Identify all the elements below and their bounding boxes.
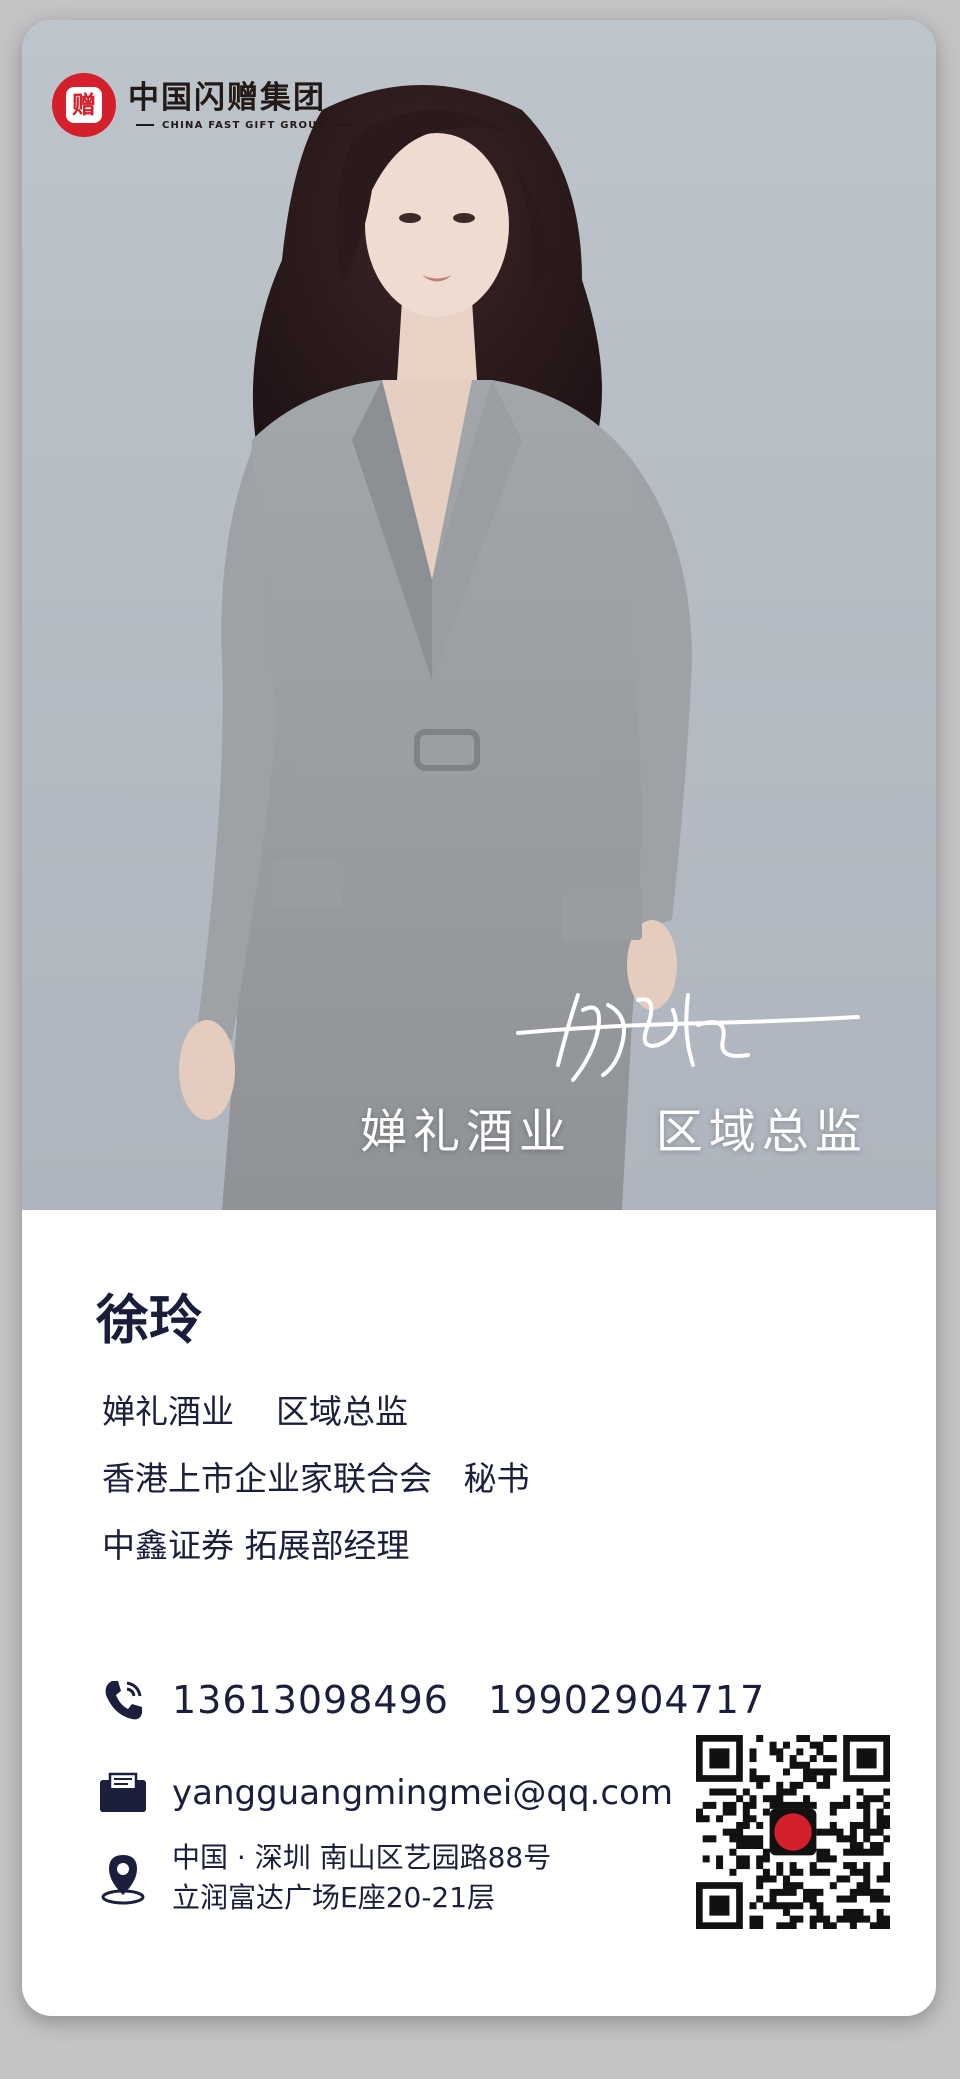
phone-icon: [98, 1675, 148, 1725]
phone-row: 13613098496 19902904717: [98, 1675, 765, 1725]
logo-name-en: CHINA FAST GIFT GROUP: [162, 119, 327, 131]
photo-title: 婵礼酒业 区域总监: [360, 1105, 868, 1160]
qr-logo-icon: [774, 1813, 812, 1851]
email-address[interactable]: yangguangmingmei@qq.com: [172, 1773, 673, 1813]
role-item: 中鑫证券 拓展部经理: [102, 1526, 410, 1565]
roles-list: 婵礼酒业 区域总监 香港上市企业家联合会 秘书 中鑫证券 拓展部经理: [102, 1392, 529, 1593]
logo-name-en-row: CHINA FAST GIFT GROUP: [128, 120, 360, 131]
person-name: 徐玲: [96, 1290, 202, 1351]
address-row: 中国 · 深圳 南山区艺园路88号 立润富达广场E座20-21层: [98, 1838, 551, 1918]
role-item: 婵礼酒业 区域总监: [102, 1392, 408, 1431]
logo-mark-icon: 赠: [52, 73, 116, 137]
logo-mark-char: 赠: [66, 87, 102, 123]
address-line-2: 立润富达广场E座20-21层: [172, 1881, 496, 1914]
role-item: 香港上市企业家联合会 秘书: [102, 1459, 530, 1498]
phone-numbers[interactable]: 13613098496 19902904717: [172, 1678, 765, 1722]
email-row: yangguangmingmei@qq.com: [98, 1768, 673, 1818]
location-pin-icon: [98, 1853, 148, 1905]
logo-name-cn: 中国闪赠集团: [128, 79, 326, 116]
mailbox-icon: [98, 1768, 148, 1818]
company-logo: 赠 中国闪赠集团 CHINA FAST GIFT GROUP: [52, 70, 360, 140]
business-card: 赠 中国闪赠集团 CHINA FAST GIFT GROUP 婵礼酒业 区域总监…: [22, 20, 936, 2016]
portrait-photo: 赠 中国闪赠集团 CHINA FAST GIFT GROUP 婵礼酒业 区域总监: [22, 20, 936, 1210]
address-line-1: 中国 · 深圳 南山区艺园路88号: [172, 1841, 552, 1874]
signature-icon: [516, 993, 860, 1082]
qr-code[interactable]: [696, 1735, 890, 1929]
